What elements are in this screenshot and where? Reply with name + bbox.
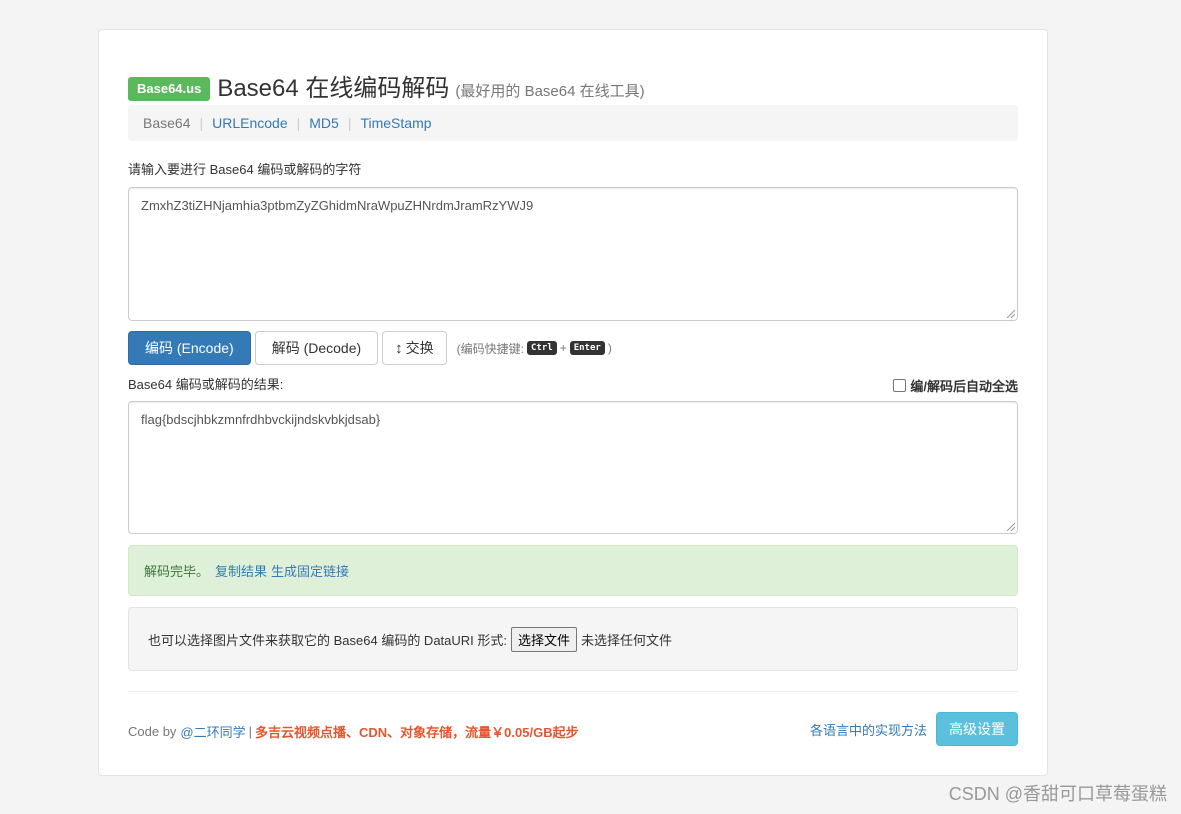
choose-file-button[interactable]: 选择文件 bbox=[511, 626, 578, 652]
nav-item-md5[interactable]: MD5 bbox=[309, 115, 339, 131]
status-message: 解码完毕。 bbox=[144, 564, 210, 579]
file-upload-panel: 也可以选择图片文件来获取它的 Base64 编码的 DataURI 形式: 选择… bbox=[128, 607, 1018, 671]
auto-select-label: 编/解码后自动全选 bbox=[910, 379, 1018, 394]
page-subtitle: (最好用的 Base64 在线工具) bbox=[455, 83, 645, 100]
file-status: 未选择任何文件 bbox=[581, 632, 673, 648]
auto-select-option[interactable]: 编/解码后自动全选 bbox=[893, 376, 1018, 395]
encode-button[interactable]: 编码 (Encode) bbox=[128, 331, 251, 365]
swap-label: 交换 bbox=[405, 340, 434, 356]
kbd-enter: Enter bbox=[569, 341, 605, 355]
shortcut-hint: (编码快捷键: Ctrl + Enter ) bbox=[457, 340, 612, 357]
resize-handle-icon[interactable] bbox=[1006, 309, 1015, 318]
output-text: flag{bdscjhbkzmnfrdhbvckijndskvbkjdsab} bbox=[141, 412, 381, 427]
code-by-label: Code by bbox=[128, 724, 177, 739]
footer-separator: | bbox=[248, 724, 253, 739]
tool-nav: Base64 | URLEncode | MD5 | TimeStamp bbox=[128, 105, 1018, 141]
resize-handle-icon[interactable] bbox=[1006, 522, 1015, 531]
shortcut-plus: + bbox=[559, 341, 567, 355]
permalink-link[interactable]: 生成固定链接 bbox=[271, 561, 349, 580]
output-textarea[interactable]: flag{bdscjhbkzmnfrdhbvckijndskvbkjdsab} bbox=[128, 401, 1018, 534]
nav-item-timestamp[interactable]: TimeStamp bbox=[360, 115, 431, 131]
footer-actions: 各语言中的实现方法 高级设置 bbox=[810, 712, 1018, 746]
nav-separator: | bbox=[347, 115, 352, 131]
footer-credits: Code by @二环同学 | 多吉云视频点播、CDN、对象存储，流量￥0.05… bbox=[128, 722, 579, 741]
input-textarea[interactable]: ZmxhZ3tiZHNjamhia3ptbmZyZGhidmNraWpuZHNr… bbox=[128, 187, 1018, 321]
implementations-link[interactable]: 各语言中的实现方法 bbox=[810, 720, 927, 739]
swap-arrows-icon: ↕ bbox=[395, 339, 403, 357]
swap-button[interactable]: ↕ 交换 bbox=[382, 331, 447, 365]
nav-separator: | bbox=[296, 115, 301, 131]
decode-button[interactable]: 解码 (Decode) bbox=[254, 331, 379, 365]
main-panel: Base64.us Base64 在线编码解码 (最好用的 Base64 在线工… bbox=[98, 29, 1048, 776]
auto-select-checkbox[interactable] bbox=[893, 379, 907, 392]
page-header: Base64.us Base64 在线编码解码 (最好用的 Base64 在线工… bbox=[128, 68, 645, 104]
shortcut-suffix: ) bbox=[607, 341, 612, 355]
page-title: Base64 在线编码解码 bbox=[217, 75, 450, 102]
nav-item-base64: Base64 bbox=[143, 115, 191, 131]
site-badge[interactable]: Base64.us bbox=[128, 77, 211, 101]
author-link[interactable]: @二环同学 bbox=[180, 722, 245, 741]
shortcut-prefix: (编码快捷键: bbox=[456, 341, 525, 356]
advanced-settings-button[interactable]: 高级设置 bbox=[936, 712, 1018, 746]
divider bbox=[128, 691, 1018, 692]
copy-result-link[interactable]: 复制结果 bbox=[215, 561, 267, 580]
file-prompt: 也可以选择图片文件来获取它的 Base64 编码的 DataURI 形式: bbox=[148, 632, 507, 648]
nav-item-urlencode[interactable]: URLEncode bbox=[212, 115, 288, 131]
promo-link[interactable]: 多吉云视频点播、CDN、对象存储，流量￥0.05/GB起步 bbox=[255, 722, 579, 741]
input-label: 请输入要进行 Base64 编码或解码的字符 bbox=[128, 162, 362, 177]
watermark: CSDN @香甜可口草莓蛋糕 bbox=[948, 784, 1167, 804]
status-alert: 解码完毕。 复制结果 生成固定链接 bbox=[128, 545, 1018, 596]
kbd-ctrl: Ctrl bbox=[527, 341, 557, 355]
action-buttons: 编码 (Encode) 解码 (Decode) ↕ 交换 (编码快捷键: Ctr… bbox=[128, 331, 612, 365]
output-label: Base64 编码或解码的结果: bbox=[128, 377, 284, 392]
nav-separator: | bbox=[199, 115, 204, 131]
input-text: ZmxhZ3tiZHNjamhia3ptbmZyZGhidmNraWpuZHNr… bbox=[141, 198, 534, 213]
